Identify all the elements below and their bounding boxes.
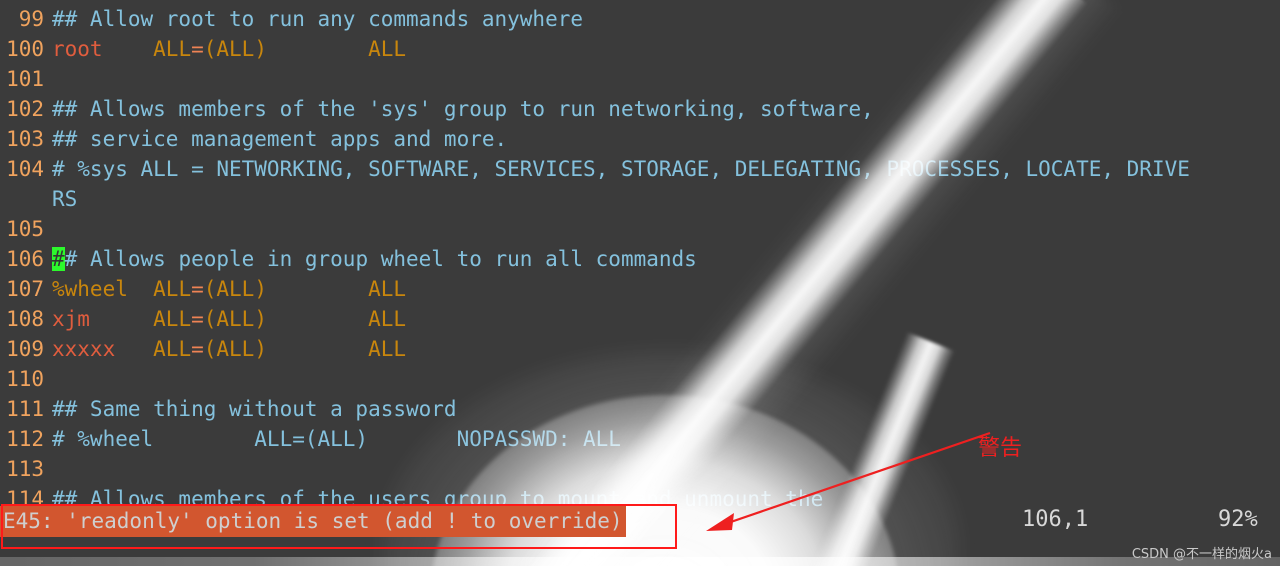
line-number: 110: [6, 367, 44, 391]
line-text-segment: ALL: [153, 37, 192, 61]
line-text-segment: (ALL) ALL: [203, 337, 407, 361]
editor-line[interactable]: RS: [0, 184, 1280, 214]
line-number: 112: [6, 427, 44, 451]
terminal-screenshot: 99 ## Allow root to run any commands anyw…: [0, 0, 1280, 566]
line-text-segment: %wheel: [52, 277, 154, 301]
line-text-segment: =: [191, 37, 204, 61]
line-text-segment: =: [191, 307, 204, 331]
line-text-segment: xjm: [52, 307, 154, 331]
editor-line[interactable]: 101: [0, 64, 1280, 94]
line-number: 102: [6, 97, 44, 121]
line-text-segment: (ALL) ALL: [203, 307, 407, 331]
line-number: 100: [6, 37, 44, 61]
cursor-position-indicator: 106,1: [1022, 507, 1089, 532]
line-text-segment: ## Same thing without a password: [52, 397, 457, 421]
file-percent-indicator: 92%: [1218, 507, 1258, 532]
line-number: 107: [6, 277, 44, 301]
annotation-highlight-box: [1, 504, 677, 549]
editor-line[interactable]: 105: [0, 214, 1280, 244]
line-text-segment: =: [191, 337, 204, 361]
line-text-segment: ALL: [153, 277, 192, 301]
line-number: 99: [18, 7, 44, 31]
editor-line[interactable]: 100 root ALL=(ALL) ALL: [0, 34, 1280, 64]
editor-line[interactable]: 113: [0, 454, 1280, 484]
line-text-segment: ## service management apps and more.: [52, 127, 508, 151]
line-text-segment: xxxxx: [52, 337, 154, 361]
line-number: 113: [6, 457, 44, 481]
editor-line[interactable]: 103 ## service management apps and more.: [0, 124, 1280, 154]
line-number: 108: [6, 307, 44, 331]
editor-line[interactable]: 110: [0, 364, 1280, 394]
editor-line[interactable]: 99 ## Allow root to run any commands anyw…: [0, 4, 1280, 34]
line-number: 111: [6, 397, 44, 421]
line-number: 104: [6, 157, 44, 181]
line-text-segment: # Allows people in group wheel to run al…: [64, 247, 697, 271]
line-text-segment: # %sys ALL = NETWORKING, SOFTWARE, SERVI…: [52, 157, 1190, 181]
vim-editor-buffer[interactable]: 99 ## Allow root to run any commands anyw…: [0, 0, 1280, 566]
line-text-segment: (ALL) ALL: [203, 37, 407, 61]
line-number: 103: [6, 127, 44, 151]
editor-line[interactable]: 106 ## Allows people in group wheel to ru…: [0, 244, 1280, 274]
line-number: 105: [6, 217, 44, 241]
annotation-label-warning: 警告: [978, 436, 1023, 461]
editor-line[interactable]: 102 ## Allows members of the 'sys' group …: [0, 94, 1280, 124]
editor-line[interactable]: 112 # %wheel ALL=(ALL) NOPASSWD: ALL: [0, 424, 1280, 454]
editor-line[interactable]: 108 xjm ALL=(ALL) ALL: [0, 304, 1280, 334]
editor-cursor: #: [52, 247, 65, 271]
line-number: 109: [6, 337, 44, 361]
watermark-text: CSDN @不一样的烟火a: [1131, 547, 1272, 562]
line-number: 106: [6, 247, 44, 271]
line-text-segment: root: [52, 37, 154, 61]
line-text-segment: (ALL) ALL: [203, 277, 407, 301]
line-text-segment: ALL: [153, 337, 192, 361]
editor-line[interactable]: 104 # %sys ALL = NETWORKING, SOFTWARE, SE…: [0, 154, 1280, 184]
editor-line[interactable]: 109 xxxxx ALL=(ALL) ALL: [0, 334, 1280, 364]
line-text-segment: ## Allows members of the 'sys' group to …: [52, 97, 874, 121]
line-number: 101: [6, 67, 44, 91]
editor-line[interactable]: 107 %wheel ALL=(ALL) ALL: [0, 274, 1280, 304]
editor-line[interactable]: 111 ## Same thing without a password: [0, 394, 1280, 424]
line-text-segment: # %wheel ALL=(ALL) NOPASSWD: ALL: [52, 427, 621, 451]
line-text-segment: ## Allow root to run any commands anywhe…: [52, 7, 584, 31]
line-text-segment: =: [191, 277, 204, 301]
line-text-segment: RS: [52, 187, 78, 211]
line-text-segment: ALL: [153, 307, 192, 331]
